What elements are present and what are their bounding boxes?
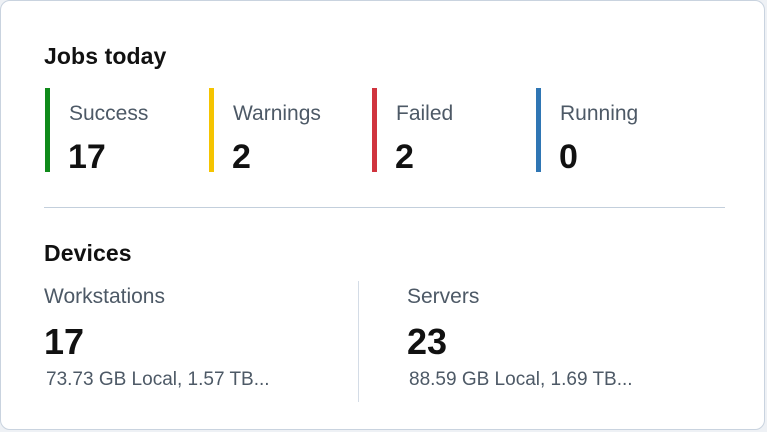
job-stat-success[interactable]: Success 17 [45, 88, 195, 176]
warnings-status-bar [209, 88, 214, 172]
device-storage: 73.73 GB Local, 1.57 TB... [46, 369, 270, 390]
devices-title: Devices [44, 240, 132, 266]
job-stat-warnings[interactable]: Warnings 2 [209, 88, 359, 176]
jobs-today-title: Jobs today [44, 43, 167, 69]
device-label: Servers [407, 285, 480, 308]
device-label: Workstations [44, 285, 165, 308]
job-stat-label: Failed [396, 102, 454, 125]
device-storage: 88.59 GB Local, 1.69 TB... [409, 369, 633, 390]
job-stat-value: 2 [395, 138, 414, 176]
job-stat-value: 0 [559, 138, 578, 176]
job-stat-running[interactable]: Running 0 [536, 88, 686, 176]
running-status-bar [536, 88, 541, 172]
job-stat-label: Running [560, 102, 639, 125]
device-count: 23 [407, 321, 448, 362]
device-workstations[interactable]: Workstations 17 73.73 GB Local, 1.57 TB.… [44, 285, 344, 395]
failed-status-bar [372, 88, 377, 172]
job-stat-failed[interactable]: Failed 2 [372, 88, 522, 176]
job-stat-value: 2 [232, 138, 251, 176]
job-stat-value: 17 [68, 138, 106, 176]
success-status-bar [45, 88, 50, 172]
section-divider [44, 207, 725, 208]
device-count: 17 [44, 321, 85, 362]
device-column-separator [358, 281, 359, 402]
jobs-devices-card: Jobs today Success 17 Warnings 2 Failed … [0, 0, 765, 430]
device-servers[interactable]: Servers 23 88.59 GB Local, 1.69 TB... [407, 285, 707, 395]
job-stat-label: Warnings [233, 102, 321, 125]
job-stat-label: Success [69, 102, 149, 125]
